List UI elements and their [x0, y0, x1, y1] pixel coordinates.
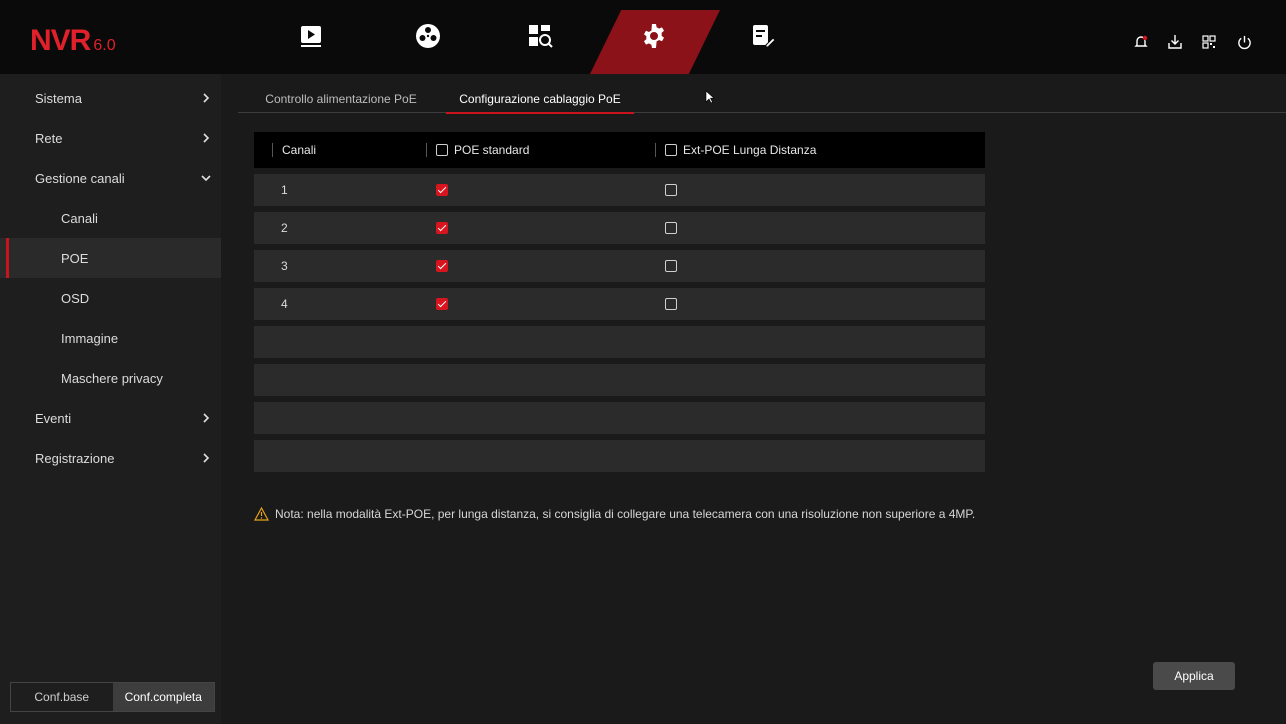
channel-number: 1	[281, 183, 288, 197]
tab-poe-power-control[interactable]: Controllo alimentazione PoE	[253, 85, 429, 113]
table-row-empty	[254, 326, 985, 358]
conf-full-button[interactable]: Conf.completa	[112, 683, 214, 711]
table-row-empty	[254, 440, 985, 472]
apply-button[interactable]: Applica	[1153, 662, 1235, 690]
chevron-right-icon	[203, 413, 210, 423]
select-all-poe-standard-checkbox[interactable]	[436, 144, 448, 156]
sidebar-item-eventi[interactable]: Eventi	[0, 398, 221, 438]
sidebar-item-label: Maschere privacy	[61, 370, 163, 386]
tab-bar: Controllo alimentazione PoE Configurazio…	[238, 85, 1286, 114]
header-ext-poe: Ext-POE Lunga Distanza	[655, 132, 816, 168]
sidebar-item-rete[interactable]: Rete	[0, 118, 221, 158]
alarm-icon[interactable]	[1129, 30, 1153, 54]
search-grid-icon[interactable]	[518, 14, 562, 58]
download-icon[interactable]	[1163, 30, 1187, 54]
power-icon[interactable]	[1232, 30, 1256, 54]
conf-base-button[interactable]: Conf.base	[11, 683, 113, 711]
sidebar-item-maschere-privacy[interactable]: Maschere privacy	[0, 358, 221, 398]
sidebar-item-label: Gestione canali	[35, 170, 125, 186]
config-mode-switch: Conf.base Conf.completa	[10, 682, 215, 712]
sidebar-item-label: POE	[61, 250, 89, 266]
main-panel: Controllo alimentazione PoE Configurazio…	[221, 74, 1286, 724]
sidebar-item-label: Immagine	[61, 330, 119, 346]
sidebar-item-canali[interactable]: Canali	[0, 198, 221, 238]
poe-channel-table: Canali POE standard Ext-POE Lunga Distan…	[254, 132, 985, 472]
header-channels: Canali	[272, 132, 316, 168]
table-row-empty	[254, 402, 985, 434]
playback-icon[interactable]	[289, 14, 333, 58]
note-text: Nota: nella modalità Ext-POE, per lunga …	[275, 507, 976, 521]
table-row: 4	[254, 288, 985, 320]
ext-poe-checkbox[interactable]	[665, 298, 677, 310]
channel-number: 2	[281, 221, 288, 235]
warning-icon	[254, 507, 269, 521]
sidebar-item-immagine[interactable]: Immagine	[0, 318, 221, 358]
table-row: 1	[254, 174, 985, 206]
sidebar-item-label: Canali	[61, 210, 98, 226]
film-reel-icon[interactable]	[406, 14, 450, 58]
header-poe-standard: POE standard	[426, 132, 529, 168]
maintenance-icon[interactable]	[742, 14, 786, 58]
sidebar-item-gestione-canali[interactable]: Gestione canali	[0, 158, 221, 198]
sidebar-item-label: Registrazione	[35, 450, 115, 466]
ext-poe-checkbox[interactable]	[665, 184, 677, 196]
poe-standard-checkbox[interactable]	[436, 222, 448, 234]
logo-version: 6.0	[93, 37, 116, 54]
sidebar-item-poe[interactable]: POE	[0, 238, 221, 278]
gear-icon[interactable]	[632, 14, 676, 58]
ext-poe-checkbox[interactable]	[665, 222, 677, 234]
chevron-right-icon	[203, 93, 210, 103]
sidebar-item-osd[interactable]: OSD	[0, 278, 221, 318]
sidebar-item-registrazione[interactable]: Registrazione	[0, 438, 221, 478]
channel-number: 4	[281, 297, 288, 311]
sidebar-item-label: Sistema	[35, 90, 82, 106]
select-all-ext-poe-checkbox[interactable]	[665, 144, 677, 156]
poe-standard-checkbox[interactable]	[436, 260, 448, 272]
qr-code-icon[interactable]	[1197, 30, 1221, 54]
logo: NVR 6.0	[30, 24, 116, 58]
table-row-empty	[254, 364, 985, 396]
logo-text: NVR	[30, 24, 91, 57]
table-row: 2	[254, 212, 985, 244]
mouse-cursor-icon	[705, 90, 715, 104]
sidebar-item-sistema[interactable]: Sistema	[0, 78, 221, 118]
channel-number: 3	[281, 259, 288, 273]
table-row: 3	[254, 250, 985, 282]
chevron-right-icon	[203, 453, 210, 463]
sidebar-item-label: Eventi	[35, 410, 72, 426]
sidebar-item-label: Rete	[35, 130, 63, 146]
top-bar: NVR 6.0	[0, 0, 1286, 74]
chevron-down-icon	[201, 175, 211, 182]
table-header: Canali POE standard Ext-POE Lunga Distan…	[254, 132, 985, 168]
poe-standard-checkbox[interactable]	[436, 298, 448, 310]
ext-poe-checkbox[interactable]	[665, 260, 677, 272]
sidebar: Sistema Rete Gestione canali Canali POE …	[0, 74, 221, 724]
poe-standard-checkbox[interactable]	[436, 184, 448, 196]
sidebar-item-label: OSD	[61, 290, 90, 306]
ext-poe-note: Nota: nella modalità Ext-POE, per lunga …	[254, 507, 975, 521]
chevron-right-icon	[203, 133, 210, 143]
tab-poe-cabling-config[interactable]: Configurazione cablaggio PoE	[446, 85, 634, 114]
